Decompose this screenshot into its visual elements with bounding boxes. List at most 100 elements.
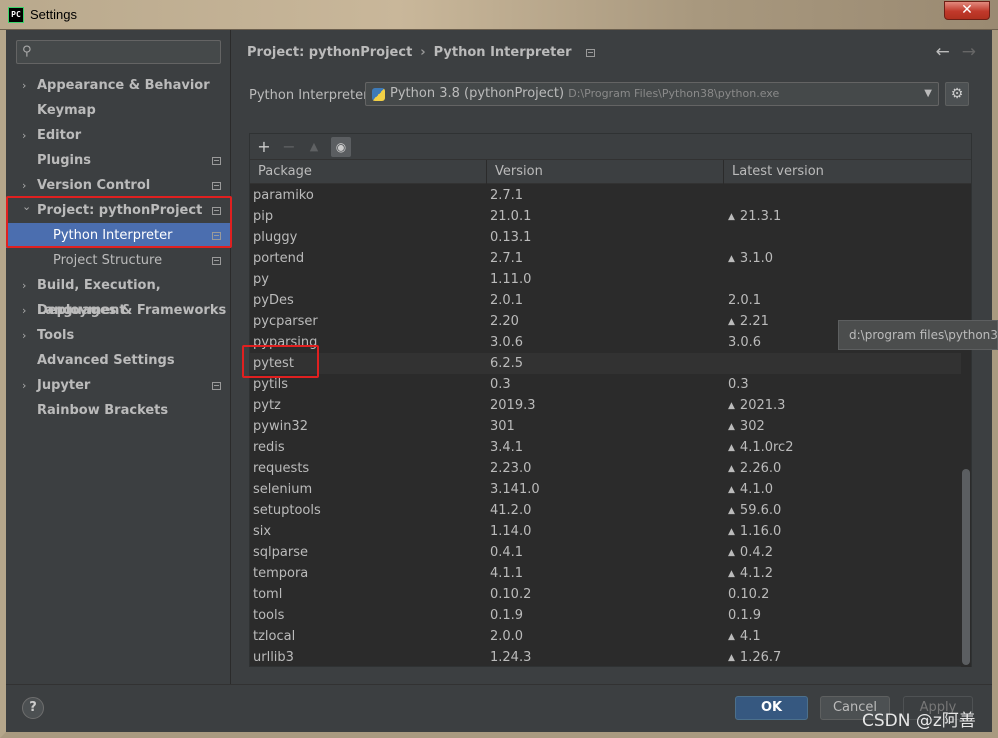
settings-sidebar: ⚲ › Appearance & Behavior Keymap › Editor Plu… xyxy=(6,30,231,684)
remove-package-icon[interactable]: − xyxy=(279,137,299,157)
chevron-right-icon[interactable]: › xyxy=(22,273,26,298)
sidebar-item-languages-frameworks[interactable]: › Languages & Frameworks xyxy=(6,298,231,323)
path-tooltip: d:\program files\python38 xyxy=(838,320,998,350)
breadcrumb-project: Project: pythonProject xyxy=(247,45,413,60)
table-row[interactable]: py 1.11.0 xyxy=(250,269,961,290)
latest-version-text: 2.21 xyxy=(739,314,769,329)
settings-search-input[interactable]: ⚲ xyxy=(16,40,221,64)
breadcrumb: Project: pythonProject › Python Interprete… xyxy=(247,45,596,60)
sidebar-item-label: Project Structure xyxy=(53,253,163,268)
package-version: 0.1.9 xyxy=(490,608,524,623)
upgrade-available-icon: ▲ xyxy=(728,653,735,663)
column-header-latest-version[interactable]: Latest version xyxy=(724,160,961,184)
sidebar-item-rainbow-brackets[interactable]: Rainbow Brackets xyxy=(6,398,231,423)
sidebar-item-appearance-behavior[interactable]: › Appearance & Behavior xyxy=(6,73,231,98)
table-row[interactable]: urllib3 1.24.3 ▲ 1.26.7 xyxy=(250,647,961,667)
table-row[interactable]: pytest 6.2.5 xyxy=(250,353,961,374)
interpreter-label: Python Interpreter: xyxy=(249,88,373,103)
package-name: requests xyxy=(253,461,310,476)
table-row[interactable]: setuptools 41.2.0 ▲ 59.6.0 xyxy=(250,500,961,521)
table-row[interactable]: selenium 3.141.0 ▲ 4.1.0 xyxy=(250,479,961,500)
table-row[interactable]: portend 2.7.1 ▲ 3.1.0 xyxy=(250,248,961,269)
latest-version-text: 2.0.1 xyxy=(728,293,762,308)
package-name: toml xyxy=(253,587,283,602)
sidebar-item-label: Version Control xyxy=(37,178,151,193)
package-latest-version: 0.3 xyxy=(728,374,749,395)
package-version: 4.1.1 xyxy=(490,566,524,581)
package-version: 2.7.1 xyxy=(490,188,524,203)
chevron-right-icon[interactable]: › xyxy=(22,323,26,348)
packages-toolbar: + − ▲ ◉ xyxy=(250,134,971,160)
sidebar-item-build-execution-deployment[interactable]: › Build, Execution, Deployment xyxy=(6,273,231,318)
table-row[interactable]: toml 0.10.2 0.10.2 xyxy=(250,584,961,605)
chevron-right-icon[interactable]: › xyxy=(22,73,26,98)
package-latest-version: ▲ 1.26.7 xyxy=(728,647,781,667)
sidebar-item-project-structure[interactable]: Project Structure xyxy=(6,248,231,273)
table-row[interactable]: pytils 0.3 0.3 xyxy=(250,374,961,395)
package-name: tools xyxy=(253,608,285,623)
sidebar-item-plugins[interactable]: Plugins xyxy=(6,148,231,173)
sidebar-item-advanced-settings[interactable]: Advanced Settings xyxy=(6,348,231,373)
sidebar-item-label: Rainbow Brackets xyxy=(37,403,169,418)
sidebar-item-keymap[interactable]: Keymap xyxy=(6,98,231,123)
table-row[interactable]: tzlocal 2.0.0 ▲ 4.1 xyxy=(250,626,961,647)
upgrade-available-icon: ▲ xyxy=(728,254,735,264)
interpreter-path: D:\Program Files\Python38\python.exe xyxy=(568,87,780,100)
column-header-version[interactable]: Version xyxy=(487,160,724,184)
chevron-right-icon[interactable]: › xyxy=(22,373,26,398)
table-row[interactable]: requests 2.23.0 ▲ 2.26.0 xyxy=(250,458,961,479)
table-row[interactable]: tools 0.1.9 0.1.9 xyxy=(250,605,961,626)
table-row[interactable]: pyDes 2.0.1 2.0.1 xyxy=(250,290,961,311)
table-row[interactable]: redis 3.4.1 ▲ 4.1.0rc2 xyxy=(250,437,961,458)
sidebar-item-label: Tools xyxy=(37,328,75,343)
package-version: 41.2.0 xyxy=(490,503,532,518)
sidebar-item-label: Advanced Settings xyxy=(37,353,175,368)
sidebar-item-version-control[interactable]: › Version Control xyxy=(6,173,231,198)
table-row[interactable]: six 1.14.0 ▲ 1.16.0 xyxy=(250,521,961,542)
forward-arrow-icon[interactable]: → xyxy=(962,42,976,62)
help-icon[interactable]: ? xyxy=(22,697,44,719)
package-version: 2.23.0 xyxy=(490,461,532,476)
package-latest-version: ▲ 2.21 xyxy=(728,311,769,334)
package-latest-version: ▲ 2.26.0 xyxy=(728,458,781,481)
add-package-icon[interactable]: + xyxy=(254,137,274,157)
sidebar-item-editor[interactable]: › Editor xyxy=(6,123,231,148)
chevron-right-icon[interactable]: › xyxy=(22,298,26,323)
upgrade-available-icon: ▲ xyxy=(728,443,735,453)
package-latest-version: ▲ 21.3.1 xyxy=(728,206,781,229)
latest-version-text: 4.1.2 xyxy=(739,566,773,581)
table-row[interactable]: pywin32 301 ▲ 302 xyxy=(250,416,961,437)
ok-button[interactable]: OK xyxy=(735,696,808,720)
sidebar-item-jupyter[interactable]: › Jupyter xyxy=(6,373,231,398)
table-row[interactable]: pip 21.0.1 ▲ 21.3.1 xyxy=(250,206,961,227)
packages-scrollbar[interactable] xyxy=(961,184,971,667)
table-row[interactable]: pytz 2019.3 ▲ 2021.3 xyxy=(250,395,961,416)
scrollbar-thumb[interactable] xyxy=(962,469,970,665)
package-latest-version: ▲ 4.1.0rc2 xyxy=(728,437,793,460)
chevron-right-icon[interactable]: › xyxy=(22,123,26,148)
sidebar-item-tools[interactable]: › Tools xyxy=(6,323,231,348)
package-latest-version: ▲ 4.1.0 xyxy=(728,479,773,502)
upgrade-available-icon: ▲ xyxy=(728,548,735,558)
table-row[interactable]: tempora 4.1.1 ▲ 4.1.2 xyxy=(250,563,961,584)
package-version: 3.141.0 xyxy=(490,482,540,497)
show-early-releases-eye-icon[interactable]: ◉ xyxy=(331,137,351,157)
table-row[interactable]: paramiko 2.7.1 xyxy=(250,185,961,206)
chevron-down-icon: ▼ xyxy=(924,88,932,99)
back-arrow-icon[interactable]: ← xyxy=(936,42,950,62)
gear-icon[interactable]: ⚙ xyxy=(945,82,969,106)
latest-version-text: 0.4.2 xyxy=(739,545,773,560)
package-version: 1.11.0 xyxy=(490,272,532,287)
table-row[interactable]: sqlparse 0.4.1 ▲ 0.4.2 xyxy=(250,542,961,563)
package-version: 2019.3 xyxy=(490,398,536,413)
package-latest-version: 2.0.1 xyxy=(728,290,761,311)
package-version: 301 xyxy=(490,419,515,434)
upgrade-package-icon[interactable]: ▲ xyxy=(304,137,324,157)
interpreter-dropdown[interactable]: Python 3.8 (pythonProject) D:\Program Fi… xyxy=(365,82,939,106)
package-version: 2.7.1 xyxy=(490,251,524,266)
package-latest-version: ▲ 0.4.2 xyxy=(728,542,773,565)
package-version: 2.20 xyxy=(490,314,519,329)
column-header-package[interactable]: Package xyxy=(250,160,487,184)
close-window-button[interactable]: ✕ xyxy=(944,1,990,20)
table-row[interactable]: pluggy 0.13.1 xyxy=(250,227,961,248)
